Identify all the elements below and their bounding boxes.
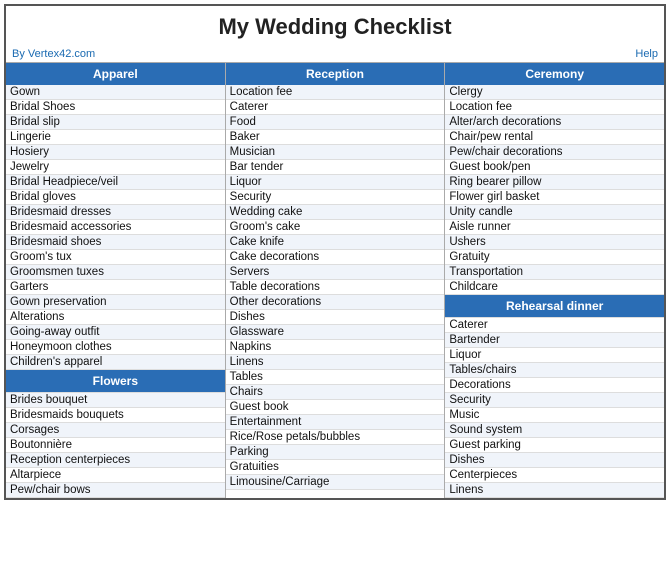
column-1: ReceptionLocation feeCatererFoodBakerMus… [226,63,446,498]
list-item: Location fee [445,100,664,115]
list-item: Flower girl basket [445,190,664,205]
list-item: Linens [445,483,664,498]
list-item: Linens [226,355,445,370]
list-item: Hosiery [6,145,225,160]
list-item: Groom's tux [6,250,225,265]
list-item: Rice/Rose petals/bubbles [226,430,445,445]
list-item: Groomsmen tuxes [6,265,225,280]
section-header-2-14: Rehearsal dinner [445,295,664,318]
list-item: Boutonnière [6,438,225,453]
list-item: Bridal Headpiece/veil [6,175,225,190]
list-item: Bar tender [226,160,445,175]
list-item: Caterer [226,100,445,115]
column-header-2: Ceremony [445,63,664,85]
list-item: Bridal gloves [6,190,225,205]
list-item: Tables/chairs [445,363,664,378]
list-item: Chair/pew rental [445,130,664,145]
main-container: My Wedding Checklist By Vertex42.com Hel… [4,4,666,500]
list-item: Liquor [445,348,664,363]
list-item: Bridesmaid accessories [6,220,225,235]
list-item: Security [226,190,445,205]
vertex-link[interactable]: By Vertex42.com [12,48,95,60]
page-title: My Wedding Checklist [6,6,664,46]
list-item: Glassware [226,325,445,340]
list-item: Honeymoon clothes [6,340,225,355]
list-item: Entertainment [226,415,445,430]
top-links-bar: By Vertex42.com Help [6,46,664,62]
list-item: Security [445,393,664,408]
list-item: Sound system [445,423,664,438]
list-item: Clergy [445,85,664,100]
section-header-0-19: Flowers [6,370,225,393]
list-item: Parking [226,445,445,460]
list-item: Table decorations [226,280,445,295]
list-item: Gown preservation [6,295,225,310]
column-0: ApparelGownBridal ShoesBridal slipLinger… [6,63,226,498]
list-item: Wedding cake [226,205,445,220]
list-item: Other decorations [226,295,445,310]
list-item: Altarpiece [6,468,225,483]
list-item: Cake decorations [226,250,445,265]
list-item: Pew/chair decorations [445,145,664,160]
list-item: Limousine/Carriage [226,475,445,490]
list-item: Ushers [445,235,664,250]
list-item: Reception centerpieces [6,453,225,468]
list-item: Guest book/pen [445,160,664,175]
columns-container: ApparelGownBridal ShoesBridal slipLinger… [6,62,664,498]
list-item: Aisle runner [445,220,664,235]
list-item: Cake knife [226,235,445,250]
list-item: Centerpieces [445,468,664,483]
list-item: Bartender [445,333,664,348]
list-item: Unity candle [445,205,664,220]
list-item: Jewelry [6,160,225,175]
column-header-0: Apparel [6,63,225,85]
list-item: Gratuities [226,460,445,475]
list-item: Chairs [226,385,445,400]
list-item: Corsages [6,423,225,438]
list-item: Alter/arch decorations [445,115,664,130]
list-item: Bridesmaid dresses [6,205,225,220]
list-item: Dishes [445,453,664,468]
list-item: Caterer [445,318,664,333]
list-item: Ring bearer pillow [445,175,664,190]
list-item: Bridesmaids bouquets [6,408,225,423]
list-item: Bridal slip [6,115,225,130]
list-item: Tables [226,370,445,385]
list-item: Childcare [445,280,664,295]
list-item: Lingerie [6,130,225,145]
list-item: Pew/chair bows [6,483,225,498]
list-item: Groom's cake [226,220,445,235]
list-item: Alterations [6,310,225,325]
list-item: Brides bouquet [6,393,225,408]
list-item: Gratuity [445,250,664,265]
list-item: Location fee [226,85,445,100]
list-item: Liquor [226,175,445,190]
list-item: Garters [6,280,225,295]
list-item: Food [226,115,445,130]
list-item: Gown [6,85,225,100]
list-item: Guest book [226,400,445,415]
list-item: Bridesmaid shoes [6,235,225,250]
list-item: Decorations [445,378,664,393]
list-item: Music [445,408,664,423]
list-item: Baker [226,130,445,145]
list-item: Musician [226,145,445,160]
list-item: Guest parking [445,438,664,453]
list-item: Servers [226,265,445,280]
list-item: Children's apparel [6,355,225,370]
column-header-1: Reception [226,63,445,85]
list-item: Going-away outfit [6,325,225,340]
column-2: CeremonyClergyLocation feeAlter/arch dec… [445,63,664,498]
list-item: Dishes [226,310,445,325]
list-item: Napkins [226,340,445,355]
list-item: Transportation [445,265,664,280]
list-item: Bridal Shoes [6,100,225,115]
help-link[interactable]: Help [635,48,658,60]
